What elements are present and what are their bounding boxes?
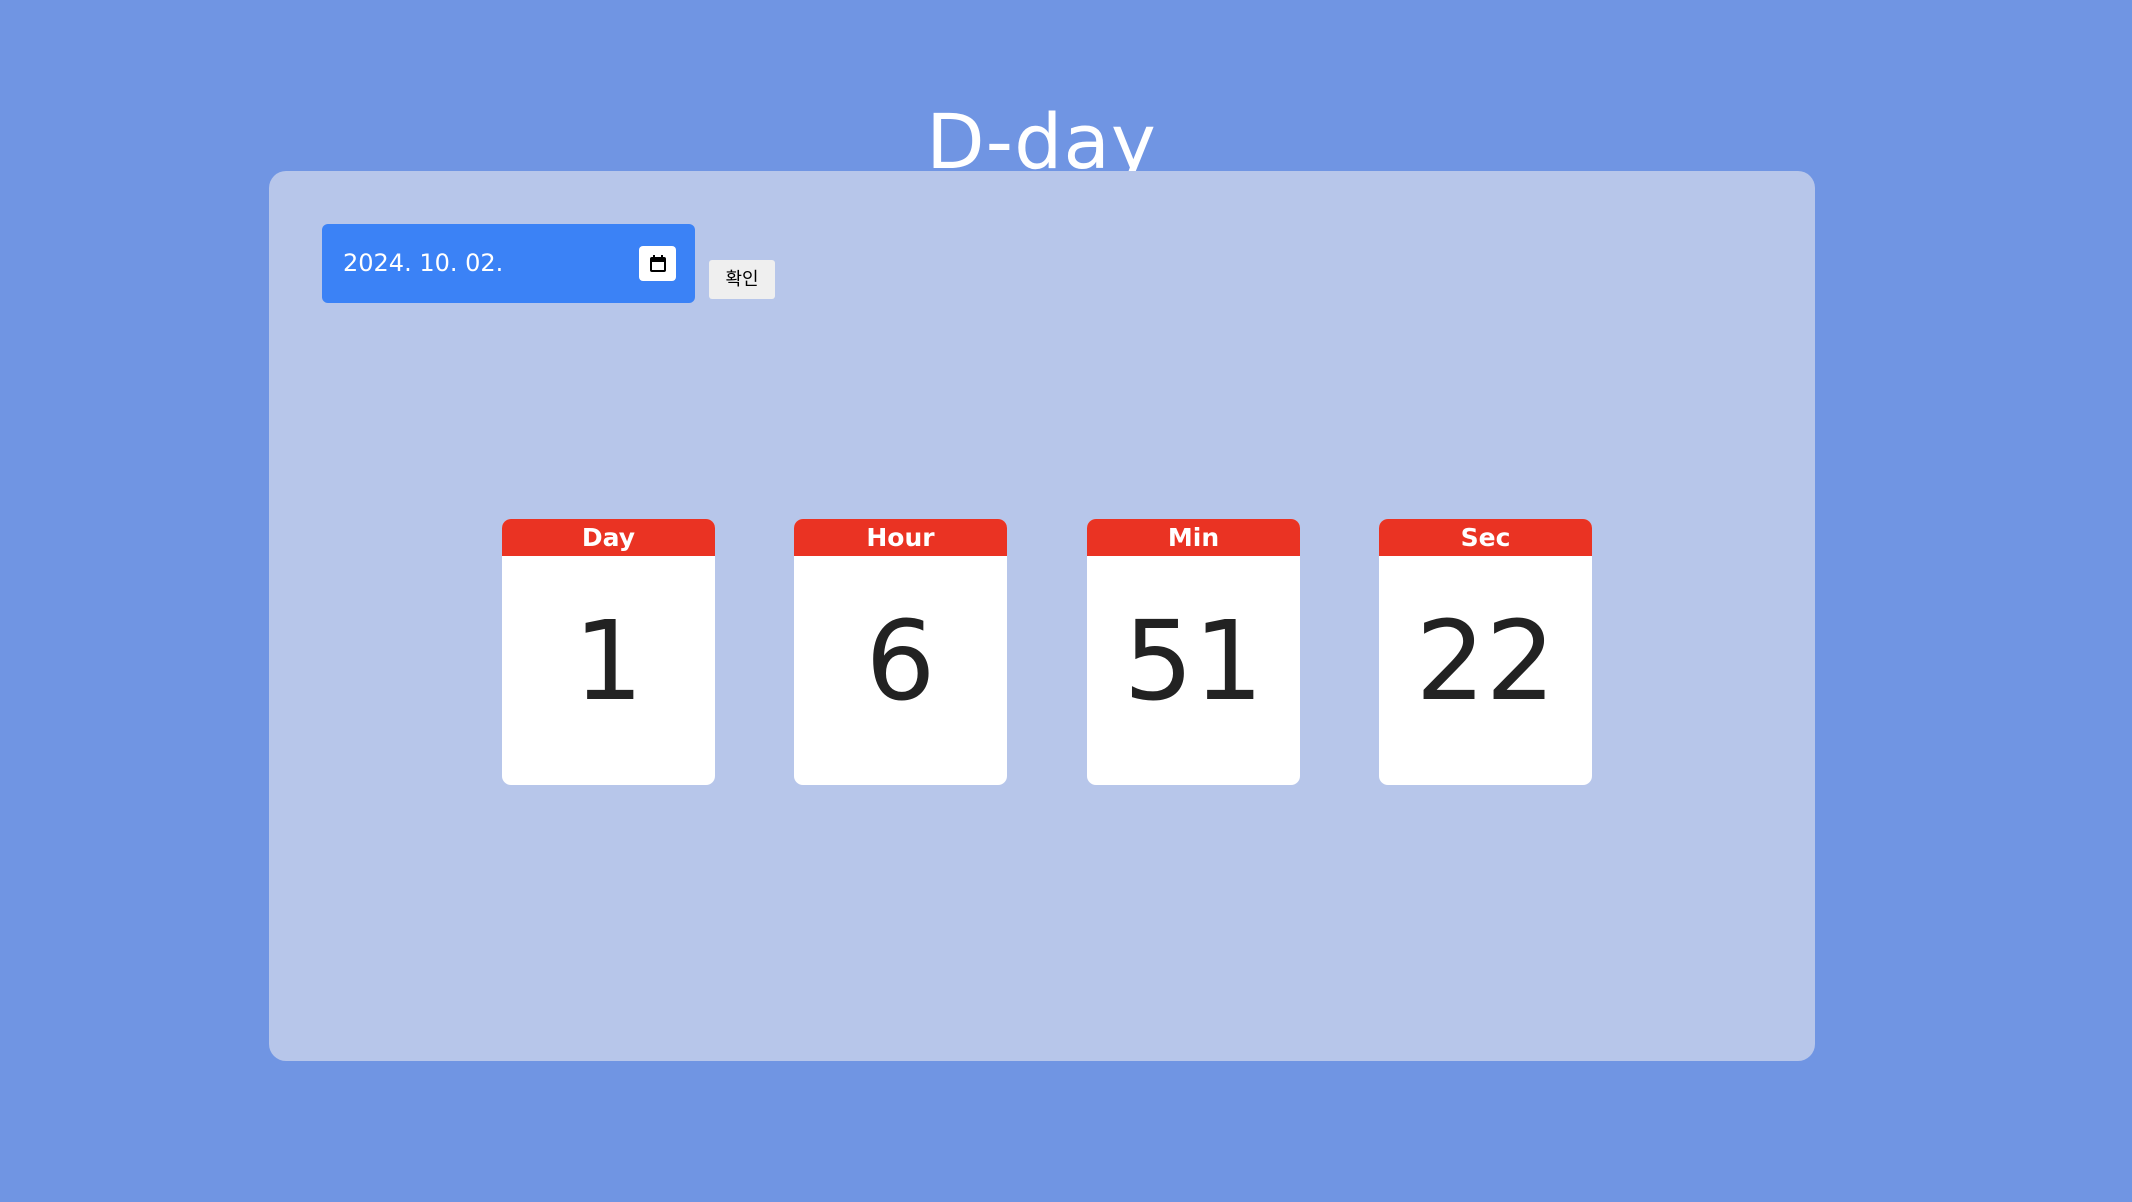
hour-card-value: 6: [865, 597, 936, 725]
date-input-value[interactable]: 2024. 10. 02.: [343, 224, 503, 303]
date-input[interactable]: 2024. 10. 02.: [322, 224, 695, 303]
hour-card: Hour 6: [794, 519, 1007, 785]
day-card-value: 1: [573, 597, 644, 725]
min-card: Min 51: [1087, 519, 1300, 785]
hour-card-label: Hour: [794, 519, 1007, 556]
day-card: Day 1: [502, 519, 715, 785]
sec-card-label: Sec: [1379, 519, 1592, 556]
confirm-button[interactable]: 확인: [709, 260, 775, 299]
sec-card: Sec 22: [1379, 519, 1592, 785]
sec-card-value: 22: [1415, 597, 1556, 725]
min-card-label: Min: [1087, 519, 1300, 556]
min-card-value: 51: [1123, 597, 1264, 725]
day-card-label: Day: [502, 519, 715, 556]
calendar-picker-button[interactable]: [639, 246, 676, 281]
countdown-panel: 2024. 10. 02. 확인 Day 1 Hour 6 Min 51 Sec…: [269, 171, 1815, 1061]
calendar-icon: [650, 255, 666, 272]
